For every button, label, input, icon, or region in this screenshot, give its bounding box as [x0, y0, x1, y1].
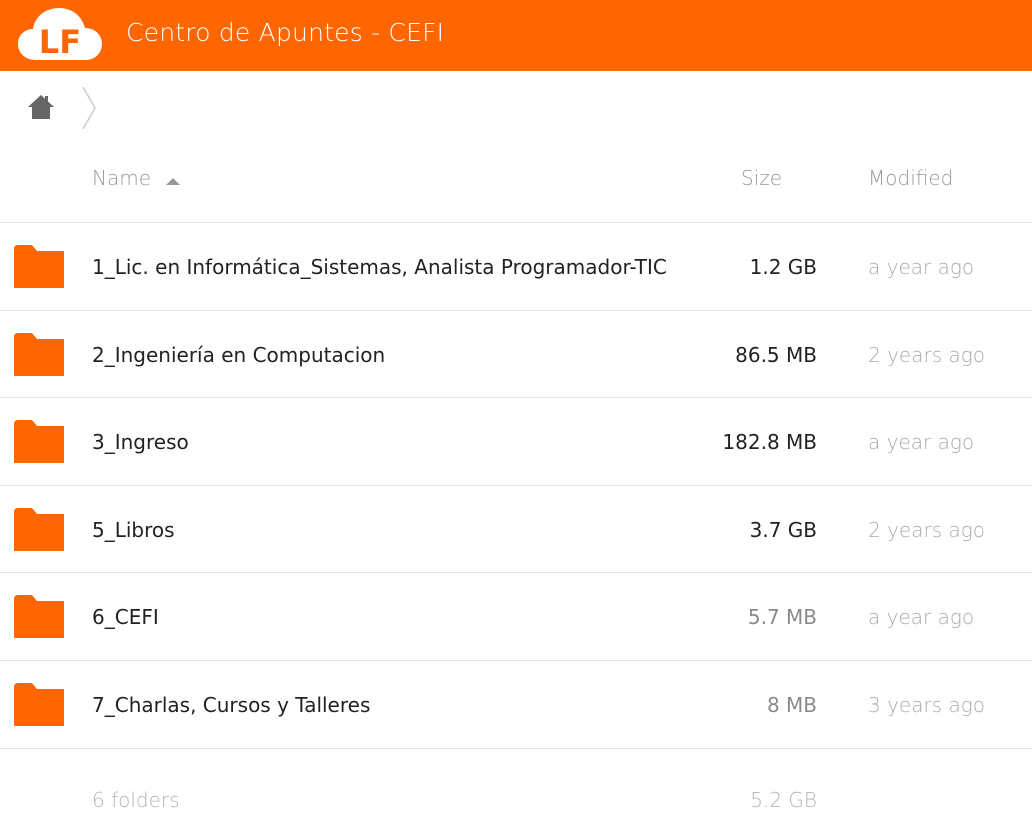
list-item[interactable]: 7_Charlas, Cursos y Talleres 8 MB 3 year…: [0, 659, 1032, 748]
item-size: 8 MB: [766, 692, 817, 717]
home-icon[interactable]: [26, 93, 56, 121]
list-item[interactable]: 1_Lic. en Informática_Sistemas, Analista…: [0, 222, 1032, 310]
footer-divider: [0, 748, 1032, 749]
column-header-modified[interactable]: Modified: [868, 166, 953, 190]
item-name[interactable]: 1_Lic. en Informática_Sistemas, Analista…: [92, 255, 667, 279]
item-modified: a year ago: [868, 605, 975, 630]
total-size: 5.2 GB: [750, 788, 817, 812]
app-title[interactable]: Centro de Apuntes - CEFI: [126, 18, 444, 47]
folder-icon: [14, 507, 64, 551]
item-size: 5.7 MB: [747, 605, 817, 630]
top-bar: LF Centro de Apuntes - CEFI: [0, 0, 1032, 71]
item-modified: 2 years ago: [868, 517, 985, 542]
logo-cloud-icon[interactable]: LF: [18, 6, 102, 62]
item-size: 182.8 MB: [722, 430, 817, 455]
item-modified: 3 years ago: [868, 692, 985, 717]
item-name[interactable]: 5_Libros: [92, 518, 175, 542]
folder-count: 6 folders: [92, 788, 180, 812]
item-size: 1.2 GB: [749, 255, 817, 279]
folder-icon: [14, 595, 64, 639]
item-modified: a year ago: [868, 430, 975, 455]
item-name[interactable]: 6_CEFI: [92, 605, 159, 629]
column-header-name[interactable]: Name: [92, 166, 151, 190]
folder-icon: [14, 682, 64, 726]
file-list: 1_Lic. en Informática_Sistemas, Analista…: [0, 222, 1032, 748]
item-size: 3.7 GB: [749, 517, 817, 542]
item-name[interactable]: 2_Ingeniería en Computacion: [92, 343, 385, 367]
item-name[interactable]: 3_Ingreso: [92, 430, 189, 454]
sort-ascending-icon[interactable]: [165, 176, 181, 186]
item-name[interactable]: 7_Charlas, Cursos y Talleres: [92, 693, 370, 717]
list-item[interactable]: 3_Ingreso 182.8 MB a year ago: [0, 397, 1032, 485]
item-modified: 2 years ago: [868, 342, 985, 367]
folder-icon: [14, 332, 64, 376]
breadcrumb: [0, 71, 1032, 147]
item-modified: a year ago: [868, 255, 975, 279]
chevron-right-icon: [82, 86, 96, 130]
column-header-size[interactable]: Size: [741, 166, 782, 190]
folder-icon: [14, 245, 64, 288]
folder-icon: [14, 420, 64, 464]
list-item[interactable]: 6_CEFI 5.7 MB a year ago: [0, 572, 1032, 660]
logo-text: LF: [39, 23, 81, 61]
item-size: 86.5 MB: [735, 342, 817, 367]
list-item[interactable]: 5_Libros 3.7 GB 2 years ago: [0, 484, 1032, 573]
list-item[interactable]: 2_Ingeniería en Computacion 86.5 MB 2 ye…: [0, 309, 1032, 398]
